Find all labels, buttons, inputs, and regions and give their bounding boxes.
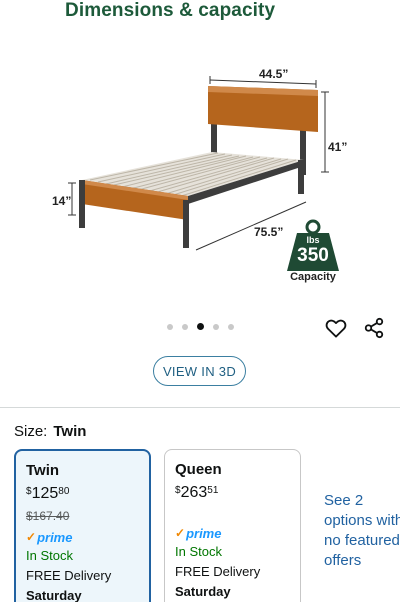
- dimension-height: 41”: [328, 140, 348, 154]
- stock-status: In Stock: [26, 548, 73, 563]
- size-label: Size:: [14, 423, 48, 440]
- option-price: $ 125 80: [26, 485, 70, 502]
- option-name: Queen: [175, 461, 222, 478]
- list-price: $167.40: [26, 509, 70, 523]
- prime-check-icon: ✓: [175, 526, 186, 540]
- size-option-twin[interactable]: Twin $ 125 80 $167.40 ✓ prime In Stock F…: [14, 449, 151, 602]
- dimension-width: 44.5”: [259, 67, 289, 81]
- stock-status: In Stock: [175, 544, 222, 559]
- delivery-day: Saturday: [26, 588, 82, 602]
- badge-caption: Capacity: [290, 271, 336, 283]
- product-image-carousel[interactable]: Dimensions & capacity 44.5” 41” 75.5” 14…: [0, 0, 400, 300]
- carousel-dot-active[interactable]: [197, 323, 204, 330]
- section-divider: [0, 407, 400, 408]
- prime-badge: ✓ prime: [26, 529, 73, 545]
- carousel-dot[interactable]: [228, 323, 234, 330]
- see-more-options-link[interactable]: See 2 options with no featured offers: [324, 491, 400, 571]
- share-button[interactable]: [360, 314, 388, 342]
- delivery-text: FREE Delivery: [26, 568, 112, 583]
- prime-badge: ✓ prime: [175, 525, 222, 541]
- size-option-queen[interactable]: Queen $ 263 51 ✓ prime In Stock FREE Del…: [164, 449, 301, 602]
- size-selector-header: Size: Twin: [14, 423, 86, 440]
- option-name: Twin: [26, 462, 60, 479]
- view-in-3d-button[interactable]: VIEW IN 3D: [153, 356, 246, 386]
- share-icon: [364, 317, 384, 339]
- dimension-clearance: 14”: [52, 194, 72, 208]
- favorite-button[interactable]: [322, 314, 350, 342]
- carousel-dot[interactable]: [213, 323, 219, 330]
- heart-outline-icon: [325, 319, 347, 338]
- option-price: $ 263 51: [175, 484, 219, 501]
- carousel-dot[interactable]: [167, 323, 173, 330]
- prime-check-icon: ✓: [26, 530, 37, 544]
- badge-unit: lbs: [306, 235, 320, 245]
- dimension-length: 75.5”: [254, 225, 284, 239]
- carousel-indicator: [167, 323, 234, 330]
- carousel-dot[interactable]: [182, 323, 188, 330]
- selected-size: Twin: [53, 423, 87, 440]
- badge-value: 350: [297, 245, 329, 266]
- delivery-day: Saturday: [175, 584, 231, 599]
- delivery-text: FREE Delivery: [175, 564, 261, 579]
